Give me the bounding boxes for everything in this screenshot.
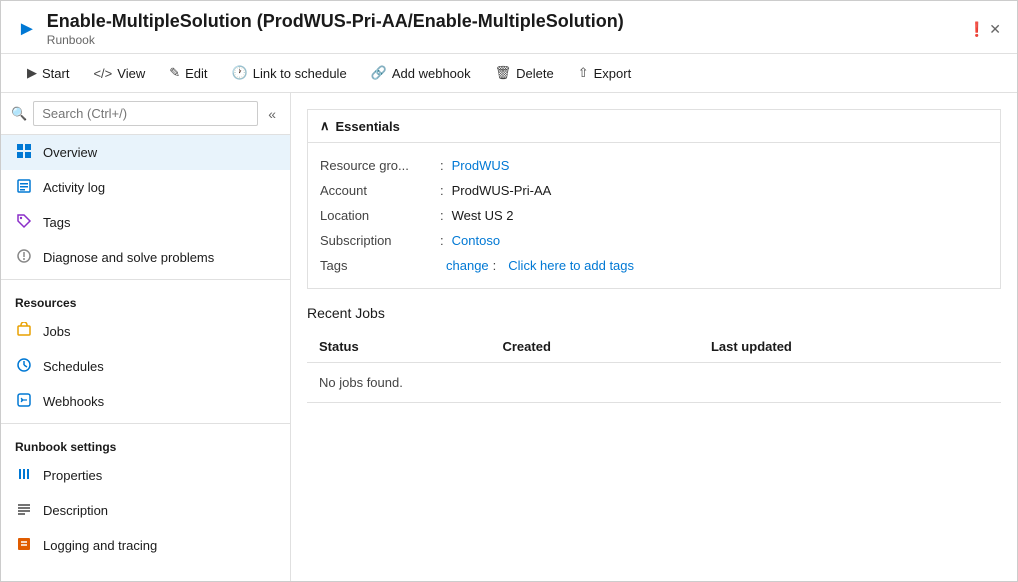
sidebar-item-webhooks[interactable]: Webhooks <box>1 384 290 419</box>
collapse-sidebar-button[interactable]: « <box>264 104 280 124</box>
essentials-chevron-icon: ∧ <box>320 118 330 134</box>
header-text: Enable-MultipleSolution (ProdWUS-Pri-AA/… <box>47 11 624 47</box>
export-icon: ⇧ <box>578 65 589 81</box>
view-button[interactable]: </> View <box>83 61 155 86</box>
essentials-value-subscription[interactable]: Contoso <box>452 233 500 248</box>
sidebar-item-schedules[interactable]: Schedules <box>1 349 290 384</box>
essentials-tags-change-link[interactable]: change <box>446 258 489 273</box>
sidebar-item-label-jobs: Jobs <box>43 324 70 339</box>
webhook-icon: 🔗 <box>371 65 387 81</box>
webhooks-icon <box>15 392 33 411</box>
divider-1 <box>1 279 290 280</box>
schedules-icon <box>15 357 33 376</box>
edit-icon: ✎ <box>169 65 180 81</box>
start-icon: ▶ <box>27 65 37 81</box>
sidebar-nav: Overview Activity log Tags <box>1 135 290 581</box>
essentials-add-tags-link[interactable]: Click here to add tags <box>508 258 634 273</box>
sidebar: 🔍 « Overview Activity log <box>1 93 291 581</box>
azure-icon: ► <box>17 18 37 41</box>
edit-button[interactable]: ✎ Edit <box>159 60 217 86</box>
sidebar-item-activity-log[interactable]: Activity log <box>1 170 290 205</box>
sidebar-item-label-tags: Tags <box>43 215 70 230</box>
view-icon: </> <box>93 66 112 81</box>
description-icon <box>15 501 33 520</box>
essentials-value-account: ProdWUS-Pri-AA <box>452 183 552 198</box>
page-subtitle: Runbook <box>47 33 624 47</box>
essentials-row-resource-group: Resource gro... : ProdWUS <box>320 153 988 178</box>
sidebar-item-label-logging-tracing: Logging and tracing <box>43 538 157 553</box>
content-area: ∧ Essentials Resource gro... : ProdWUS A… <box>291 93 1017 581</box>
export-button[interactable]: ⇧ Export <box>568 60 641 86</box>
add-webhook-button[interactable]: 🔗 Add webhook <box>361 60 481 86</box>
activity-log-icon <box>15 178 33 197</box>
col-last-updated: Last updated <box>699 331 1001 363</box>
essentials-header[interactable]: ∧ Essentials <box>308 110 1000 143</box>
diagnose-icon <box>15 248 33 267</box>
search-input[interactable] <box>33 101 258 126</box>
main-layout: 🔍 « Overview Activity log <box>1 93 1017 581</box>
essentials-row-tags: Tags change : Click here to add tags <box>320 253 988 278</box>
essentials-label-location: Location <box>320 208 440 223</box>
app-container: ► Enable-MultipleSolution (ProdWUS-Pri-A… <box>0 0 1018 582</box>
search-icon: 🔍 <box>11 106 27 122</box>
sidebar-item-label-properties: Properties <box>43 468 102 483</box>
sidebar-item-description[interactable]: Description <box>1 493 290 528</box>
sidebar-item-label-activity-log: Activity log <box>43 180 105 195</box>
schedule-icon: 🕐 <box>232 65 248 81</box>
col-created: Created <box>490 331 698 363</box>
essentials-value-resource-group[interactable]: ProdWUS <box>452 158 510 173</box>
sidebar-item-overview[interactable]: Overview <box>1 135 290 170</box>
section-resources: Resources <box>1 284 290 314</box>
essentials-label-account: Account <box>320 183 440 198</box>
sidebar-item-tags[interactable]: Tags <box>1 205 290 240</box>
essentials-value-location: West US 2 <box>452 208 514 223</box>
recent-jobs-section: Recent Jobs Status Created Last updated … <box>307 305 1001 403</box>
sidebar-item-properties[interactable]: Properties <box>1 458 290 493</box>
header: ► Enable-MultipleSolution (ProdWUS-Pri-A… <box>1 1 1017 54</box>
page-title: Enable-MultipleSolution (ProdWUS-Pri-AA/… <box>47 11 624 32</box>
essentials-section: ∧ Essentials Resource gro... : ProdWUS A… <box>307 109 1001 289</box>
sidebar-item-label-diagnose: Diagnose and solve problems <box>43 250 214 265</box>
jobs-icon <box>15 322 33 341</box>
col-status: Status <box>307 331 490 363</box>
link-to-schedule-button[interactable]: 🕐 Link to schedule <box>222 60 357 86</box>
divider-2 <box>1 423 290 424</box>
sidebar-item-jobs[interactable]: Jobs <box>1 314 290 349</box>
essentials-grid: Resource gro... : ProdWUS Account : Prod… <box>308 143 1000 288</box>
toolbar: ▶ Start </> View ✎ Edit 🕐 Link to schedu… <box>1 54 1017 93</box>
essentials-label-tags: Tags <box>320 258 440 273</box>
sidebar-item-logging-tracing[interactable]: Logging and tracing <box>1 528 290 563</box>
properties-icon <box>15 466 33 485</box>
sidebar-item-label-overview: Overview <box>43 145 97 160</box>
jobs-table: Status Created Last updated No jobs foun… <box>307 331 1001 403</box>
essentials-row-subscription: Subscription : Contoso <box>320 228 988 253</box>
essentials-title: Essentials <box>336 119 400 134</box>
section-runbook-settings: Runbook settings <box>1 428 290 458</box>
overview-icon <box>15 143 33 162</box>
essentials-label-subscription: Subscription <box>320 233 440 248</box>
sidebar-item-label-webhooks: Webhooks <box>43 394 104 409</box>
essentials-label-resource-group: Resource gro... <box>320 158 440 173</box>
delete-icon: 🗑 <box>495 65 512 81</box>
essentials-row-location: Location : West US 2 <box>320 203 988 228</box>
logging-icon <box>15 536 33 555</box>
sidebar-item-diagnose[interactable]: Diagnose and solve problems <box>1 240 290 275</box>
no-data-message: No jobs found. <box>307 363 1001 403</box>
search-bar: 🔍 « <box>1 93 290 135</box>
sidebar-item-label-description: Description <box>43 503 108 518</box>
recent-jobs-title: Recent Jobs <box>307 305 1001 321</box>
essentials-row-account: Account : ProdWUS-Pri-AA <box>320 178 988 203</box>
tags-icon <box>15 213 33 232</box>
pin-icon[interactable]: ❗️ ✕ <box>968 21 1001 38</box>
delete-button[interactable]: 🗑 Delete <box>485 60 564 86</box>
table-row-no-data: No jobs found. <box>307 363 1001 403</box>
sidebar-item-label-schedules: Schedules <box>43 359 104 374</box>
start-button[interactable]: ▶ Start <box>17 60 79 86</box>
